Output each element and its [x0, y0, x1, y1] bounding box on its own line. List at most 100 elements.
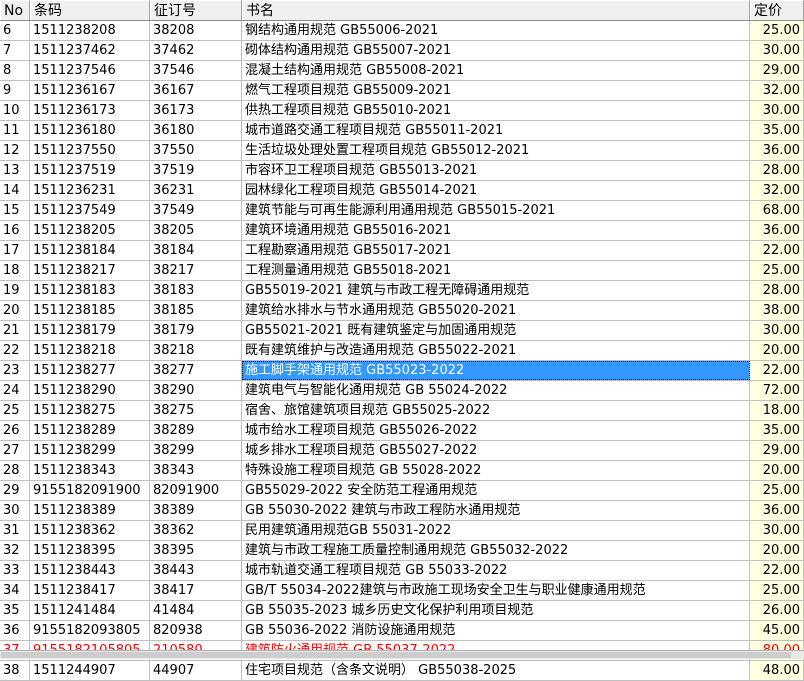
table-row[interactable]: 6 1511238208 38208 钢结构通用规范 GB55006-2021 25.0…	[0, 21, 804, 41]
cell-barcode[interactable]: 9155182093805	[30, 621, 150, 640]
cell-price[interactable]: 25.00	[750, 581, 804, 600]
cell-order-number[interactable]: 38289	[150, 421, 242, 440]
cell-barcode[interactable]: 1511237462	[30, 41, 150, 60]
cell-no[interactable]: 20	[0, 301, 30, 320]
cell-barcode[interactable]: 1511244907	[30, 661, 150, 680]
cell-title[interactable]: GB 55030-2022 建筑与市政工程防水通用规范	[242, 501, 750, 520]
cell-order-number[interactable]: 82091900	[150, 481, 242, 500]
cell-order-number[interactable]: 38443	[150, 561, 242, 580]
cell-price[interactable]: 25.00	[750, 261, 804, 280]
header-price[interactable]: 定价	[750, 0, 804, 20]
cell-price[interactable]: 36.00	[750, 501, 804, 520]
cell-barcode[interactable]: 1511236167	[30, 81, 150, 100]
cell-title[interactable]: 生活垃圾处理处置工程项目规范 GB55012-2021	[242, 141, 750, 160]
cell-title[interactable]: 建筑节能与可再生能源利用通用规范 GB55015-2021	[242, 201, 750, 220]
cell-title[interactable]: 园林绿化工程项目规范 GB55014-2021	[242, 181, 750, 200]
cell-price[interactable]: 48.00	[750, 661, 804, 680]
table-row[interactable]: 14 1511236231 36231 园林绿化工程项目规范 GB55014-2021…	[0, 181, 804, 201]
cell-order-number[interactable]: 38184	[150, 241, 242, 260]
cell-title[interactable]: 钢结构通用规范 GB55006-2021	[242, 21, 750, 40]
table-row[interactable]: 25 1511238275 38275 宿舍、旅馆建筑项目规范 GB55025-202…	[0, 401, 804, 421]
cell-price[interactable]: 45.00	[750, 621, 804, 640]
cell-title[interactable]: 宿舍、旅馆建筑项目规范 GB55025-2022	[242, 401, 750, 420]
cell-price[interactable]: 26.00	[750, 601, 804, 620]
cell-price[interactable]: 36.00	[750, 141, 804, 160]
cell-order-number[interactable]: 38290	[150, 381, 242, 400]
cell-order-number[interactable]: 37550	[150, 141, 242, 160]
cell-title[interactable]: GB 55036-2022 消防设施通用规范	[242, 621, 750, 640]
table-row[interactable]: 11 1511236180 36180 城市道路交通工程项目规范 GB55011-20…	[0, 121, 804, 141]
cell-no[interactable]: 27	[0, 441, 30, 460]
cell-no[interactable]: 18	[0, 261, 30, 280]
table-row[interactable]: 23 1511238277 38277 施工脚手架通用规范 GB55023-2022 2…	[0, 361, 804, 381]
cell-order-number[interactable]: 37519	[150, 161, 242, 180]
cell-title[interactable]: 混凝土结构通用规范 GB55008-2021	[242, 61, 750, 80]
table-row[interactable]: 20 1511238185 38185 建筑给水排水与节水通用规范 GB55020-2…	[0, 301, 804, 321]
cell-barcode[interactable]: 1511238443	[30, 561, 150, 580]
cell-order-number[interactable]: 38389	[150, 501, 242, 520]
cell-no[interactable]: 22	[0, 341, 30, 360]
cell-title[interactable]: 燃气工程项目规范 GB55009-2021	[242, 81, 750, 100]
cell-barcode[interactable]: 9155182091900	[30, 481, 150, 500]
cell-title[interactable]: 城乡排水工程项目规范 GB55027-2022	[242, 441, 750, 460]
cell-title[interactable]: 特殊设施工程项目规范 GB 55028-2022	[242, 461, 750, 480]
cell-barcode[interactable]: 1511238290	[30, 381, 150, 400]
header-no[interactable]: No	[0, 0, 30, 20]
cell-title[interactable]: 建筑电气与智能化通用规范 GB 55024-2022	[242, 381, 750, 400]
cell-price[interactable]: 32.00	[750, 181, 804, 200]
cell-no[interactable]: 24	[0, 381, 30, 400]
cell-no[interactable]: 15	[0, 201, 30, 220]
table-row[interactable]: 7 1511237462 37462 砌体结构通用规范 GB55007-2021 30.…	[0, 41, 804, 61]
header-title[interactable]: 书名	[242, 0, 750, 20]
cell-price[interactable]: 30.00	[750, 41, 804, 60]
cell-order-number[interactable]: 38205	[150, 221, 242, 240]
cell-title[interactable]: 城市轨道交通工程项目规范 GB 55033-2022	[242, 561, 750, 580]
cell-price[interactable]: 30.00	[750, 101, 804, 120]
cell-no[interactable]: 14	[0, 181, 30, 200]
cell-no[interactable]: 23	[0, 361, 30, 380]
cell-title[interactable]: 城市给水工程项目规范 GB55026-2022	[242, 421, 750, 440]
table-row[interactable]: 38 1511244907 44907 住宅项目规范（含条文说明） GB55038-2…	[0, 661, 804, 681]
cell-no[interactable]: 29	[0, 481, 30, 500]
table-row[interactable]: 8 1511237546 37546 混凝土结构通用规范 GB55008-2021 29…	[0, 61, 804, 81]
table-row[interactable]: 22 1511238218 38218 既有建筑维护与改造通用规范 GB55022-2…	[0, 341, 804, 361]
cell-title[interactable]: 砌体结构通用规范 GB55007-2021	[242, 41, 750, 60]
cell-order-number[interactable]: 37462	[150, 41, 242, 60]
cell-title[interactable]: GB/T 55034-2022建筑与市政施工现场安全卫生与职业健康通用规范	[242, 581, 750, 600]
cell-no[interactable]: 16	[0, 221, 30, 240]
cell-barcode[interactable]: 1511236180	[30, 121, 150, 140]
table-row[interactable]: 10 1511236173 36173 供热工程项目规范 GB55010-2021 30…	[0, 101, 804, 121]
cell-price[interactable]: 20.00	[750, 541, 804, 560]
cell-barcode[interactable]: 1511238275	[30, 401, 150, 420]
cell-price[interactable]: 29.00	[750, 441, 804, 460]
cell-order-number[interactable]: 38185	[150, 301, 242, 320]
cell-barcode[interactable]: 1511238289	[30, 421, 150, 440]
cell-no[interactable]: 12	[0, 141, 30, 160]
cell-title[interactable]: 工程勘察通用规范 GB55017-2021	[242, 241, 750, 260]
cell-title[interactable]: 城市道路交通工程项目规范 GB55011-2021	[242, 121, 750, 140]
book-price-grid[interactable]: No 条码 征订号 书名 定价 6 1511238208 38208 钢结构通用规范 …	[0, 0, 804, 681]
cell-barcode[interactable]: 1511241484	[30, 601, 150, 620]
table-row[interactable]: 27 1511238299 38299 城乡排水工程项目规范 GB55027-2022…	[0, 441, 804, 461]
cell-barcode[interactable]: 1511237519	[30, 161, 150, 180]
cell-price[interactable]: 28.00	[750, 281, 804, 300]
cell-no[interactable]: 34	[0, 581, 30, 600]
cell-order-number[interactable]: 44907	[150, 661, 242, 680]
cell-order-number[interactable]: 41484	[150, 601, 242, 620]
cell-price[interactable]: 28.00	[750, 161, 804, 180]
cell-order-number[interactable]: 38343	[150, 461, 242, 480]
cell-price[interactable]: 22.00	[750, 361, 804, 380]
cell-title[interactable]: 建筑环境通用规范 GB55016-2021	[242, 221, 750, 240]
cell-order-number[interactable]: 36167	[150, 81, 242, 100]
cell-no[interactable]: 8	[0, 61, 30, 80]
cell-price[interactable]: 72.00	[750, 381, 804, 400]
horizontal-scrollbar[interactable]	[0, 650, 804, 659]
cell-price[interactable]: 30.00	[750, 521, 804, 540]
cell-barcode[interactable]: 1511238205	[30, 221, 150, 240]
cell-no[interactable]: 33	[0, 561, 30, 580]
cell-no[interactable]: 10	[0, 101, 30, 120]
cell-title[interactable]: 建筑与市政工程施工质量控制通用规范 GB55032-2022	[242, 541, 750, 560]
cell-barcode[interactable]: 1511238417	[30, 581, 150, 600]
table-row[interactable]: 31 1511238362 38362 民用建筑通用规范GB 55031-2022 30…	[0, 521, 804, 541]
cell-price[interactable]: 32.00	[750, 81, 804, 100]
